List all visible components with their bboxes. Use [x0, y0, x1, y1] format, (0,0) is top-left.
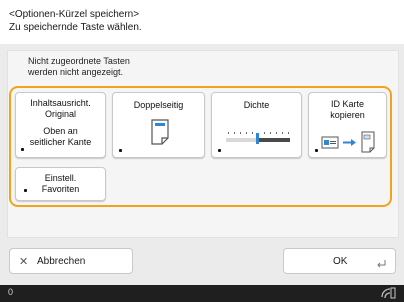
original-key-line-1: Inhaltsausricht.: [30, 98, 91, 108]
favorites-key-line-2: Favoriten: [41, 184, 80, 194]
id-card-copy-key[interactable]: ID Karte kopieren: [308, 92, 387, 158]
favorite-settings-key[interactable]: Einstell. Favoriten: [15, 167, 106, 201]
return-arrow-icon: [377, 260, 386, 268]
original-orientation-key[interactable]: Inhaltsausricht. Original Oben an seitli…: [15, 92, 106, 158]
screen-title: <Optionen-Kürzel speichern>: [9, 9, 140, 20]
density-key[interactable]: Dichte: [211, 92, 302, 158]
key-corner-marker: [21, 148, 24, 151]
original-key-line-2: Original: [44, 109, 76, 119]
status-indicator: 0: [8, 287, 14, 297]
ok-button-label: OK: [333, 256, 348, 267]
ok-button[interactable]: OK: [283, 248, 396, 274]
id-card-copy-icon: [321, 131, 375, 153]
key-corner-marker: [218, 149, 221, 152]
duplex-key-label: Doppelseitig: [133, 100, 184, 110]
screen-instruction: Zu speichernde Taste wählen.: [9, 22, 142, 33]
key-corner-marker: [119, 149, 122, 152]
density-slider-icon: [226, 132, 290, 144]
status-bar: 0: [0, 285, 404, 302]
original-key-line-3: Oben an: [43, 126, 78, 136]
favorites-key-line-1: Einstell.: [44, 173, 77, 183]
header: <Optionen-Kürzel speichern> Zu speichern…: [0, 0, 404, 44]
close-icon: ✕: [19, 256, 29, 268]
key-corner-marker: [315, 149, 318, 152]
screen: <Optionen-Kürzel speichern> Zu speichern…: [0, 0, 404, 302]
duplex-page-icon: [151, 119, 169, 145]
info-note: Nicht zugeordnete Tasten werden nicht an…: [28, 56, 130, 78]
key-corner-marker: [24, 189, 27, 192]
density-key-label: Dichte: [243, 100, 270, 110]
original-key-line-4: seitlicher Kante: [29, 137, 92, 147]
network-status-icon[interactable]: [380, 286, 396, 300]
duplex-key[interactable]: Doppelseitig: [112, 92, 205, 158]
info-note-line-1: Nicht zugeordnete Tasten: [28, 56, 130, 66]
footer-bar: ✕ Abbrechen OK: [0, 242, 404, 285]
info-note-line-2: werden nicht angezeigt.: [28, 67, 124, 77]
id-card-key-line-1: ID Karte: [330, 99, 364, 109]
cancel-button-label: Abbrechen: [37, 256, 86, 267]
id-card-key-line-2: kopieren: [330, 110, 365, 120]
cancel-button[interactable]: ✕ Abbrechen: [9, 248, 133, 274]
